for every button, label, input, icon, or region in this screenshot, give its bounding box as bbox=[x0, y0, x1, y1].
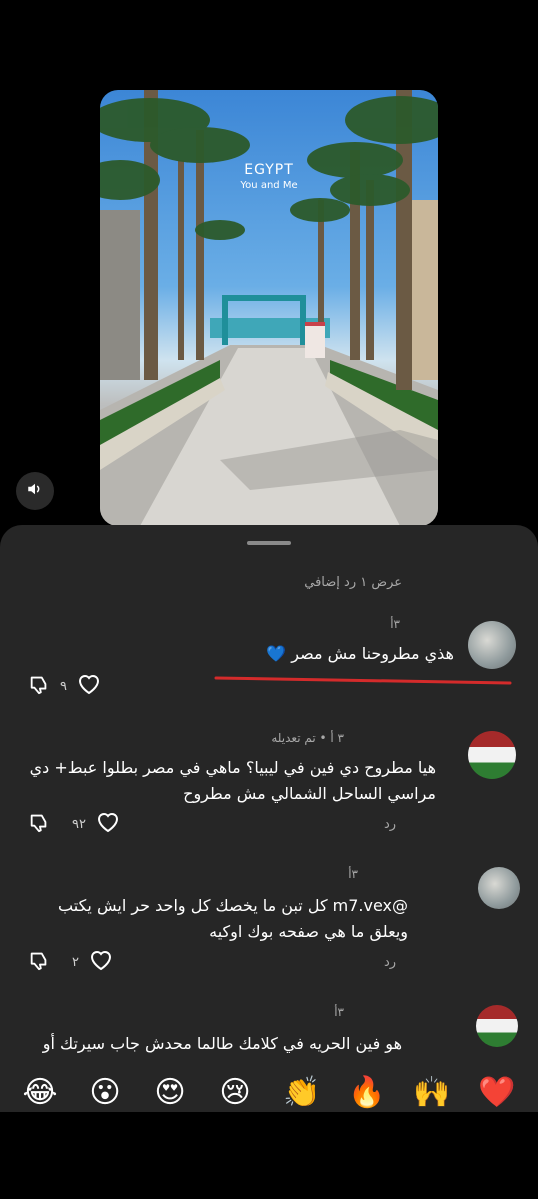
dislike-icon[interactable] bbox=[28, 949, 50, 975]
bottom-area bbox=[0, 1112, 538, 1199]
dislike-icon[interactable] bbox=[28, 673, 50, 699]
emoji-red-heart[interactable]: ❤️ bbox=[477, 1073, 517, 1113]
volume-icon bbox=[26, 480, 44, 502]
avatar[interactable] bbox=[468, 621, 516, 669]
comment-timestamp: ٣ أ • تم تعديله bbox=[271, 731, 344, 745]
comment-timestamp: ٣أ bbox=[348, 867, 358, 881]
sound-toggle-button[interactable] bbox=[16, 472, 54, 510]
heart-outline-icon[interactable] bbox=[89, 949, 113, 975]
video-player[interactable]: EGYPT You and Me bbox=[100, 90, 438, 526]
comment-actions: ٢ bbox=[28, 949, 113, 975]
video-scene bbox=[100, 90, 438, 526]
like-count: ٢ bbox=[72, 954, 79, 970]
emoji-raised-hands[interactable]: 🙌 bbox=[412, 1073, 452, 1113]
comment-text: @m7.vex كل تبن ما يخصك كل واحد حر ايش يك… bbox=[58, 896, 408, 941]
like-count: ٩٢ bbox=[72, 816, 86, 832]
reply-button[interactable]: رد bbox=[384, 955, 396, 970]
comment-timestamp: ٣أ bbox=[334, 1005, 344, 1019]
dislike-icon[interactable] bbox=[28, 811, 50, 837]
emoji-fire[interactable]: 🔥 bbox=[347, 1073, 387, 1113]
reply-button[interactable]: رد bbox=[384, 817, 396, 832]
avatar[interactable] bbox=[468, 731, 516, 779]
emoji-surprised[interactable]: 😮 bbox=[85, 1073, 125, 1113]
comment-text: هذي مطروحنا مش مصر 💙 bbox=[266, 644, 454, 663]
comment-actions: ٩ bbox=[28, 673, 101, 699]
emoji-crying[interactable]: 😢 bbox=[215, 1073, 255, 1113]
comment-text: هو فين الحريه في كلامك طالما محدش جاب سي… bbox=[42, 1034, 402, 1053]
emoji-heart-eyes[interactable]: 😍 bbox=[150, 1073, 190, 1113]
video-subtitle: You and Me bbox=[240, 180, 298, 191]
comment-timestamp: ٣أ bbox=[390, 617, 400, 631]
avatar[interactable] bbox=[478, 867, 520, 909]
heart-outline-icon[interactable] bbox=[96, 811, 120, 837]
comment-actions: ٩٢ bbox=[28, 811, 120, 837]
video-title: EGYPT bbox=[244, 162, 294, 178]
emoji-clapping[interactable]: 👏 bbox=[282, 1073, 322, 1113]
comments-sheet: عرض ١ رد إضافي ٣أ هذي مطروحنا مش مصر 💙 ٩… bbox=[0, 525, 538, 1199]
comment-text: هيا مطروح دي فين في ليبيا؟ ماهي في مصر ب… bbox=[29, 758, 436, 803]
view-more-replies-link[interactable]: عرض ١ رد إضافي bbox=[304, 575, 402, 590]
sheet-drag-handle[interactable] bbox=[247, 541, 291, 545]
avatar[interactable] bbox=[476, 1005, 518, 1047]
emoji-laughing[interactable]: 😂 bbox=[20, 1073, 60, 1113]
like-count: ٩ bbox=[60, 678, 67, 694]
heart-outline-icon[interactable] bbox=[77, 673, 101, 699]
red-underline-mark bbox=[214, 676, 512, 685]
